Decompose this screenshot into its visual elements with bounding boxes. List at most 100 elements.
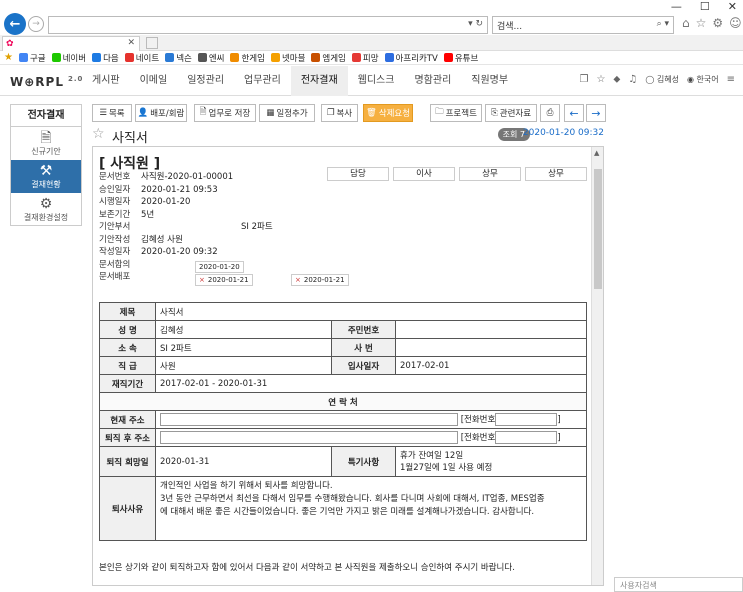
sidebar-item-new-draft[interactable]: 🗎 신규기안 — [11, 127, 81, 160]
subject-label: 제목 — [99, 302, 156, 321]
copy-icon: ❐ — [326, 108, 335, 118]
nexon-icon — [165, 53, 175, 62]
app-header: W⊕RPL 2.0 게시판 이메일 일정관리 업무관리 전자결재 웹디스크 명함관… — [0, 66, 743, 96]
related-docs-button[interactable]: ⎘ 관련자료 — [485, 104, 537, 122]
scroll-thumb[interactable] — [594, 169, 602, 289]
delete-request-button[interactable]: 🗑 삭제요청 — [363, 104, 413, 122]
nav-approval[interactable]: 전자결재 — [290, 66, 348, 96]
nav-schedule[interactable]: 일정관리 — [177, 66, 234, 96]
bookmark-nate[interactable]: 네이트 — [124, 52, 159, 64]
window-copy-icon[interactable]: ❐ — [579, 74, 588, 85]
bell-icon[interactable]: ♫ — [628, 74, 637, 85]
bookmark-mgame[interactable]: 엠게임 — [311, 52, 346, 64]
bookmark-nexon[interactable]: 넥슨 — [165, 52, 192, 64]
favorites-add-icon[interactable]: ★ — [4, 52, 13, 63]
nate-icon — [124, 53, 134, 62]
smiley-icon[interactable]: ☺ — [729, 16, 742, 30]
sidebar-item-approval-settings[interactable]: ⚙ 결재환경설정 — [11, 193, 81, 226]
language-menu[interactable]: ◉ 한국어 — [687, 74, 719, 85]
document-scrollbar[interactable]: ▲ — [591, 147, 603, 585]
next-button[interactable]: → — [586, 104, 606, 122]
bookmark-hangame[interactable]: 한게임 — [230, 52, 265, 64]
remove-icon: × — [199, 276, 205, 284]
distribute-button[interactable]: 👤 배포/회람 — [135, 104, 187, 122]
new-tab-button[interactable] — [146, 37, 158, 49]
tag-icon[interactable]: ⬥ — [613, 74, 620, 85]
menu-icon[interactable]: ≡ — [727, 74, 735, 85]
bookmark-daum[interactable]: 다음 — [92, 52, 119, 64]
nav-webdisk[interactable]: 웹디스크 — [348, 66, 405, 96]
nav-email[interactable]: 이메일 — [130, 66, 178, 96]
gear-icon: ⚙ — [39, 196, 53, 212]
sidebar-item-approval-status[interactable]: ⚒ 결재현황 — [11, 160, 81, 193]
after-address-input[interactable] — [160, 431, 458, 444]
nav-board[interactable]: 게시판 — [82, 66, 130, 96]
leave-date-value: 2020-01-31 — [155, 446, 332, 477]
bookmark-pmang[interactable]: 피망 — [351, 52, 379, 64]
document-frame: ▲ [ 사직원 ] 담당 이사 상무 상무 문서번호 사직원-2020-01-00… — [92, 146, 604, 586]
back-arrow-icon[interactable]: ← — [4, 13, 26, 35]
current-address-input[interactable] — [160, 413, 458, 426]
search-icon[interactable]: ⌕ ▾ — [657, 19, 669, 29]
bookmark-nc[interactable]: 엔씨 — [197, 52, 224, 64]
prev-button[interactable]: ← — [564, 104, 584, 122]
document-meta: 문서번호 사직원-2020-01-00001 승인일자 2020-01-21 09:… — [99, 172, 273, 282]
distribute-date-chip[interactable]: × 2020-01-21 — [291, 274, 349, 286]
approval-cell: 상무 — [525, 167, 587, 181]
home-icon[interactable]: ⌂ — [682, 16, 690, 30]
maximize-icon[interactable]: ☐ — [700, 0, 710, 13]
distribute-date-chip[interactable]: × 2020-01-21 — [195, 274, 253, 286]
nav-tasks[interactable]: 업무관리 — [234, 66, 291, 96]
project-button[interactable]: 🗀 프로젝트 — [430, 104, 482, 122]
youtube-icon — [443, 53, 453, 62]
settings-gear-icon[interactable]: ⚙ — [712, 16, 723, 30]
favorites-star-icon[interactable]: ☆ — [696, 16, 707, 30]
refresh-icon[interactable]: ▾ ↻ — [468, 19, 483, 29]
google-icon — [18, 53, 28, 62]
star-icon[interactable]: ☆ — [92, 126, 105, 142]
browser-search-input[interactable]: 검색... ⌕ ▾ — [492, 16, 674, 34]
nav-directory[interactable]: 직원명부 — [461, 66, 518, 96]
bookmark-youtube[interactable]: 유튜브 — [443, 52, 478, 64]
bookmark-naver[interactable]: 네이버 — [51, 52, 86, 64]
print-button[interactable]: ⎙ — [540, 104, 560, 122]
subject-value: 사직서 — [155, 302, 587, 321]
forward-arrow-icon[interactable]: → — [28, 16, 44, 32]
address-bar[interactable]: ▾ ↻ — [48, 16, 488, 34]
after-phone-input[interactable] — [495, 431, 558, 444]
join-date-value: 2017-02-01 — [395, 356, 587, 375]
approval-line: 담당 이사 상무 상무 — [327, 167, 587, 181]
browser-tab[interactable]: ✿ ✕ — [2, 36, 140, 51]
mgame-icon — [311, 53, 321, 62]
document-icon: 🗎 — [199, 107, 207, 117]
main-nav: 게시판 이메일 일정관리 업무관리 전자결재 웹디스크 명함관리 직원명부 — [82, 66, 518, 96]
minimize-icon[interactable]: — — [671, 0, 682, 13]
nav-cards[interactable]: 명함관리 — [404, 66, 461, 96]
tab-close-icon[interactable]: ✕ — [127, 38, 135, 48]
save-task-button[interactable]: 🗎 업무로 저장 — [194, 104, 256, 122]
bookmark-google[interactable]: 구글 — [18, 52, 46, 64]
current-address-label: 현재 주소 — [99, 410, 156, 429]
current-phone-input[interactable] — [495, 413, 558, 426]
naver-icon — [51, 53, 61, 62]
list-button[interactable]: ☰ 목록 — [92, 104, 132, 122]
copy-button[interactable]: ❐ 복사 — [321, 104, 358, 122]
bookmark-netmarble[interactable]: 넷마블 — [270, 52, 305, 64]
bookmark-afreecatv[interactable]: 아프리카TV — [384, 52, 438, 64]
contact-section-header: 연 락 처 — [99, 392, 587, 411]
dept-value: SI 2파트 — [155, 338, 332, 357]
bookmark-star-icon[interactable]: ☆ — [596, 74, 605, 85]
user-search-input[interactable]: 사용자검색 — [614, 577, 743, 592]
app-logo[interactable]: W⊕RPL 2.0 — [10, 75, 83, 89]
hangame-icon — [230, 53, 240, 62]
document-toolbar: ☰ 목록 👤 배포/회람 🗎 업무로 저장 ▦ 일정추가 ❐ 복사 🗑 삭제요청 🗀 프로젝트… — [92, 104, 608, 122]
user-menu[interactable]: ◯ 김혜성 — [645, 74, 679, 85]
after-address-label: 퇴직 후 주소 — [99, 428, 156, 447]
approval-cell: 상무 — [459, 167, 521, 181]
empno-value — [395, 338, 587, 357]
folder-icon: 🗀 — [435, 107, 444, 117]
close-icon[interactable]: ✕ — [728, 0, 737, 13]
sidebar-title: 전자결재 — [11, 105, 81, 127]
afreecatv-icon — [384, 53, 394, 62]
add-schedule-button[interactable]: ▦ 일정추가 — [259, 104, 315, 122]
